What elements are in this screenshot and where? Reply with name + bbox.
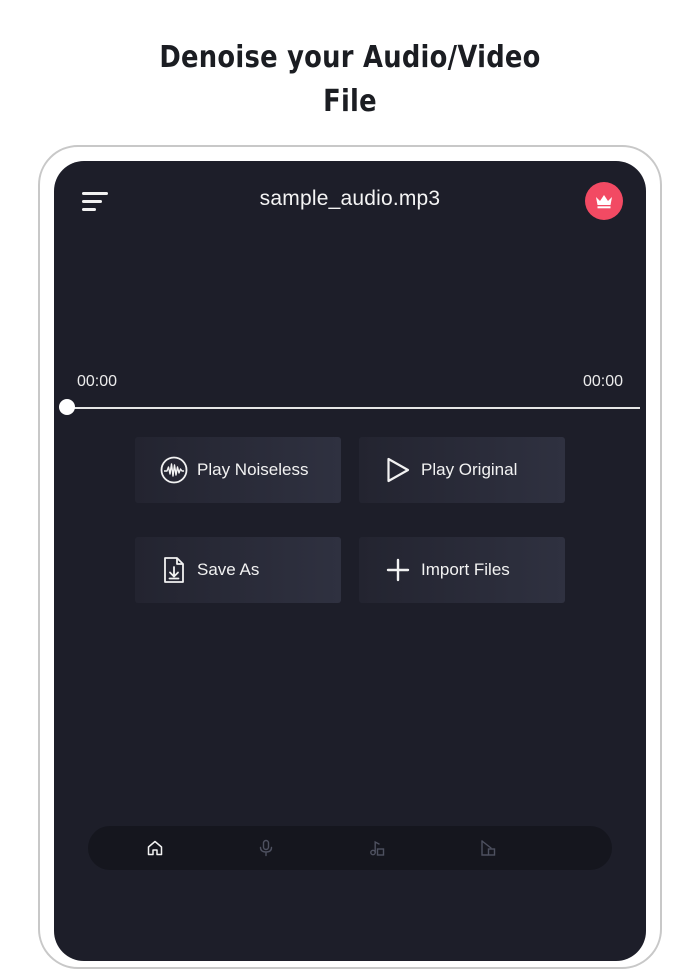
plus-icon	[384, 556, 412, 584]
music-file-icon	[370, 840, 385, 856]
seek-thumb[interactable]	[59, 399, 75, 415]
app-screen: sample_audio.mp3 00:00 00:00 Play Noisel…	[54, 161, 646, 961]
play-noiseless-label: Play Noiseless	[197, 460, 309, 479]
nav-home[interactable]	[143, 836, 167, 860]
play-original-label: Play Original	[421, 460, 518, 479]
import-files-label: Import Files	[421, 560, 510, 579]
video-file-icon	[481, 840, 496, 856]
import-files-button[interactable]: Import Files	[359, 537, 565, 603]
play-original-button[interactable]: Play Original	[359, 437, 565, 503]
nav-video-files[interactable]	[476, 836, 500, 860]
premium-button[interactable]	[585, 182, 623, 220]
current-time: 00:00	[77, 373, 118, 390]
crown-icon	[596, 194, 612, 208]
bottom-navigation	[88, 826, 612, 870]
promo-headline-line-2: File	[323, 84, 377, 119]
promo-headline-line-1: Denoise your Audio/Video	[159, 40, 541, 75]
file-title: sample_audio.mp3	[259, 187, 441, 210]
play-noiseless-button[interactable]: Play Noiseless	[135, 437, 341, 503]
save-as-button[interactable]: Save As	[135, 537, 341, 603]
microphone-icon	[259, 839, 273, 857]
home-icon	[147, 840, 163, 856]
total-time: 00:00	[582, 373, 623, 390]
waveform-circle-icon	[160, 456, 188, 484]
save-as-label: Save As	[197, 560, 260, 579]
nav-audio-files[interactable]	[365, 836, 389, 860]
file-download-icon	[160, 556, 188, 584]
promo-headline: Denoise your Audio/Video File	[49, 36, 651, 124]
nav-record[interactable]	[254, 836, 278, 860]
play-icon	[384, 456, 412, 484]
seek-bar[interactable]	[64, 407, 640, 409]
